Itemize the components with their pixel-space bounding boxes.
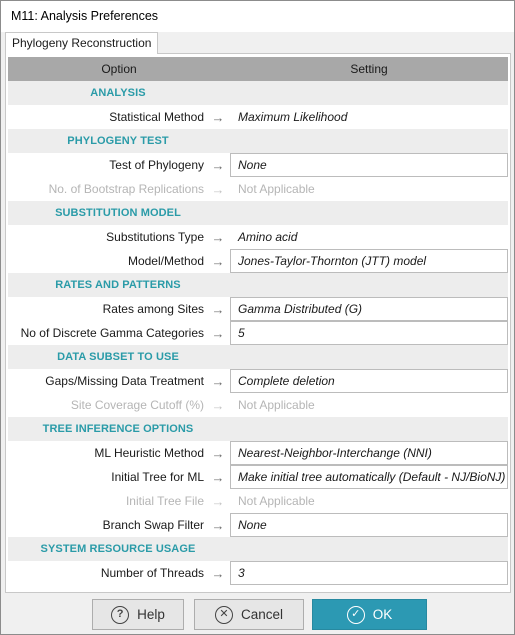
option-row: ML Heuristic Method → Nearest-Neighbor-Int… <box>8 441 508 465</box>
arrow-right-icon: → <box>211 325 225 341</box>
window-title: M11: Analysis Preferences <box>1 1 514 32</box>
arrow-right-icon: → <box>211 469 225 485</box>
option-value: Not Applicable <box>238 182 315 196</box>
cancel-button-label: Cancel <box>240 607 284 622</box>
option-value[interactable]: Maximum Likelihood <box>230 105 508 129</box>
arrow-right-icon: → <box>211 229 225 245</box>
section-header: SUBSTITUTION MODEL <box>8 201 508 225</box>
option-value: Not Applicable <box>238 398 315 412</box>
option-row: Model/Method → Jones-Taylor-Thornton (JTT)… <box>8 249 508 273</box>
option-row: Initial Tree for ML → Make initial tree au… <box>8 465 508 489</box>
tab-phylogeny-reconstruction[interactable]: Phylogeny Reconstruction <box>5 32 158 54</box>
arrow-right-icon: → <box>211 373 225 389</box>
option-value[interactable]: 5 <box>230 321 508 345</box>
section-header: TREE INFERENCE OPTIONS <box>8 417 508 441</box>
option-value[interactable]: Make initial tree automatically (Default… <box>230 465 508 489</box>
section-title: RATES AND PATTERNS <box>8 273 228 297</box>
section-title: SUBSTITUTION MODEL <box>8 201 228 225</box>
option-label: No of Discrete Gamma Categories <box>20 326 204 340</box>
option-label: Initial Tree for ML <box>111 470 204 484</box>
option-row: Substitutions Type → Amino acid <box>8 225 508 249</box>
section-header: SYSTEM RESOURCE USAGE <box>8 537 508 561</box>
section-title: TREE INFERENCE OPTIONS <box>8 417 228 441</box>
arrow-right-icon: → <box>211 517 225 533</box>
section-header: DATA SUBSET TO USE <box>8 345 508 369</box>
option-value[interactable]: None <box>230 513 508 537</box>
option-row: No. of Bootstrap Replications → Not Applic… <box>8 177 508 201</box>
option-value[interactable]: Complete deletion <box>230 369 508 393</box>
option-label: Initial Tree File <box>125 494 204 508</box>
section-title: ANALYSIS <box>8 81 228 105</box>
option-label: Rates among Sites <box>102 302 204 316</box>
option-value[interactable]: 3 <box>230 561 508 585</box>
option-value[interactable]: Jones-Taylor-Thornton (JTT) model <box>230 249 508 273</box>
option-value[interactable]: Amino acid <box>230 225 508 249</box>
arrow-right-icon: → <box>211 301 225 317</box>
preferences-grid: Option Setting ANALYSIS Statistical Metho… <box>8 57 508 585</box>
section-title: DATA SUBSET TO USE <box>8 345 228 369</box>
section-header: ANALYSIS <box>8 81 508 105</box>
arrow-right-icon: → <box>211 253 225 269</box>
option-row: Branch Swap Filter → None <box>8 513 508 537</box>
option-row: Statistical Method → Maximum Likelihood <box>8 105 508 129</box>
option-row: Number of Threads → 3 <box>8 561 508 585</box>
arrow-right-icon: → <box>211 109 225 125</box>
option-label: Statistical Method <box>109 110 204 124</box>
option-value: Not Applicable <box>238 494 315 508</box>
option-value[interactable]: Gamma Distributed (G) <box>230 297 508 321</box>
option-row: Rates among Sites → Gamma Distributed (G) <box>8 297 508 321</box>
section-title: SYSTEM RESOURCE USAGE <box>8 537 228 561</box>
analysis-preferences-window: M11: Analysis Preferences Phylogeny Reco… <box>0 0 515 635</box>
option-row: Gaps/Missing Data Treatment → Complete del… <box>8 369 508 393</box>
help-button[interactable]: ? Help <box>92 599 184 630</box>
option-label: Site Coverage Cutoff (%) <box>70 398 204 412</box>
ok-button-label: OK <box>372 607 393 622</box>
column-header-setting: Setting <box>350 62 388 76</box>
column-header-option: Option <box>101 62 137 76</box>
option-row: Initial Tree File → Not Applicable <box>8 489 508 513</box>
check-icon: ✓ <box>346 605 365 624</box>
grid-header: Option Setting <box>8 57 508 81</box>
option-label: Number of Threads <box>100 566 204 580</box>
arrow-right-icon: → <box>211 493 225 509</box>
ok-button[interactable]: ✓ OK <box>312 599 427 630</box>
arrow-right-icon: → <box>211 397 225 413</box>
arrow-right-icon: → <box>211 445 225 461</box>
close-icon: ✕ <box>214 605 233 624</box>
option-value[interactable]: None <box>230 153 508 177</box>
option-label: Model/Method <box>127 254 204 268</box>
option-label: Branch Swap Filter <box>102 518 204 532</box>
tab-panel: Option Setting ANALYSIS Statistical Metho… <box>5 53 511 593</box>
option-row: Site Coverage Cutoff (%) → Not Applicable <box>8 393 508 417</box>
arrow-right-icon: → <box>211 565 225 581</box>
option-row: No of Discrete Gamma Categories → 5 <box>8 321 508 345</box>
option-label: No. of Bootstrap Replications <box>48 182 204 196</box>
arrow-right-icon: → <box>211 157 225 173</box>
section-title: PHYLOGENY TEST <box>8 129 228 153</box>
question-icon: ? <box>111 605 130 624</box>
section-header: RATES AND PATTERNS <box>8 273 508 297</box>
option-label: ML Heuristic Method <box>94 446 204 460</box>
option-label: Substitutions Type <box>106 230 204 244</box>
section-header: PHYLOGENY TEST <box>8 129 508 153</box>
option-label: Gaps/Missing Data Treatment <box>45 374 204 388</box>
option-value[interactable]: Nearest-Neighbor-Interchange (NNI) <box>230 441 508 465</box>
button-bar: ? Help ✕ Cancel ✓ OK <box>1 594 514 634</box>
help-button-label: Help <box>137 607 165 622</box>
arrow-right-icon: → <box>211 181 225 197</box>
option-label: Test of Phylogeny <box>109 158 204 172</box>
cancel-button[interactable]: ✕ Cancel <box>194 599 304 630</box>
option-row: Test of Phylogeny → None <box>8 153 508 177</box>
